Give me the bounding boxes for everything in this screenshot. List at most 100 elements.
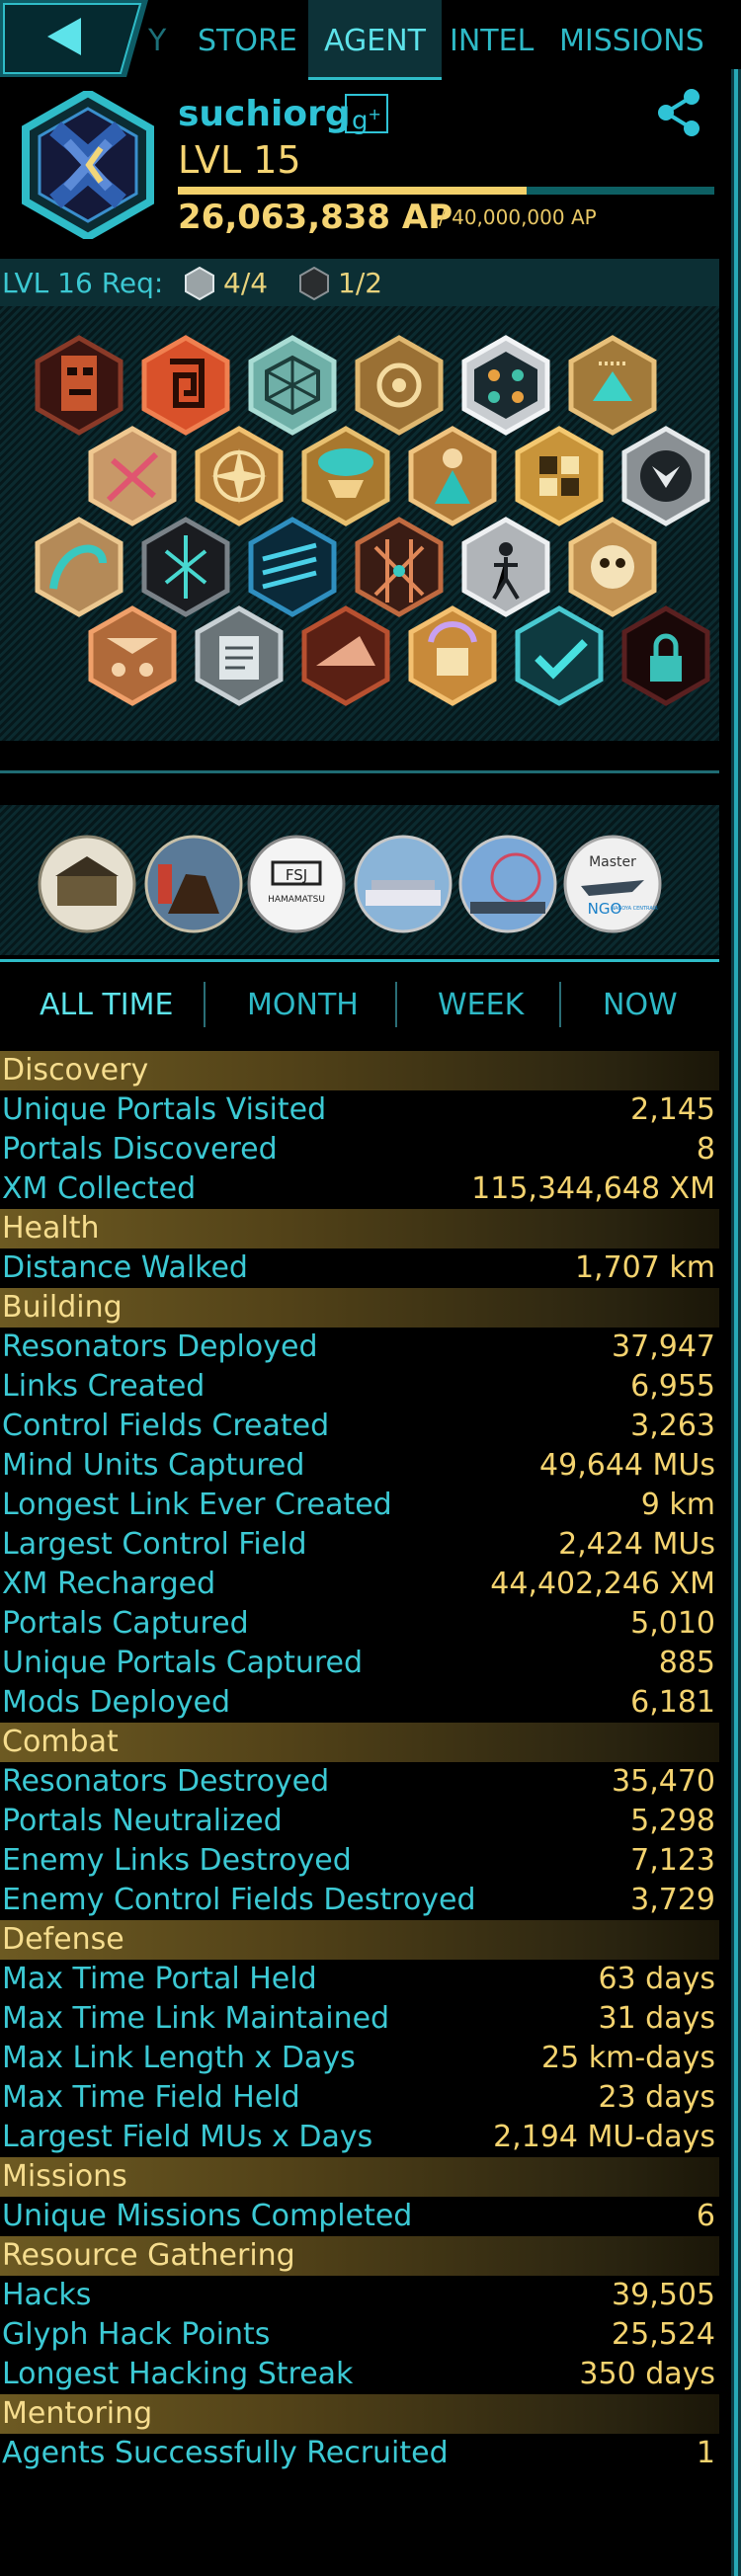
stat-label: Max Time Link Maintained: [2, 2001, 390, 2036]
filter-month[interactable]: MONTH: [247, 988, 359, 1022]
medal-samurai[interactable]: [144, 835, 243, 933]
share-icon[interactable]: [654, 87, 703, 138]
stat-label: Longest Hacking Streak: [2, 2357, 354, 2391]
medal-fsj[interactable]: FSJ HAMAMATSU: [247, 835, 346, 933]
agent-avatar[interactable]: [14, 91, 162, 239]
stat-row: Largest Control Field 2,424 MUs: [0, 1525, 719, 1565]
filter-week[interactable]: WEEK: [438, 988, 524, 1022]
stat-row: Mods Deployed 6,181: [0, 1683, 719, 1723]
medal-ferris[interactable]: [458, 835, 557, 933]
medal-building[interactable]: [38, 835, 136, 933]
stat-row: Largest Field MUs x Days 2,194 MU-days: [0, 2118, 719, 2157]
stat-row: Max Time Portal Held 63 days: [0, 1960, 719, 1999]
stat-label: Largest Field MUs x Days: [2, 2120, 373, 2154]
stat-label: Max Time Field Held: [2, 2080, 300, 2115]
stat-label: Max Link Length x Days: [2, 2041, 356, 2075]
stat-label: Hacks: [2, 2278, 92, 2312]
badge-wave[interactable]: [35, 517, 124, 617]
scrollbar[interactable]: [731, 69, 741, 2576]
divider: [0, 770, 719, 773]
badge-lady[interactable]: [408, 426, 497, 526]
medal-fsj-subtext: HAMAMATSU: [268, 895, 325, 905]
section-header: Discovery: [0, 1051, 719, 1090]
badge-walker[interactable]: [461, 517, 550, 617]
badge-lock[interactable]: [621, 605, 710, 706]
stat-value: 3,263: [630, 1409, 715, 1443]
badge-network[interactable]: [461, 335, 550, 436]
stat-value: 35,470: [612, 1764, 715, 1799]
badge-tiki[interactable]: [35, 335, 124, 436]
badge-airship[interactable]: [301, 426, 390, 526]
badge-fist[interactable]: [408, 605, 497, 706]
stat-row: Agents Successfully Recruited 1: [0, 2434, 719, 2473]
medal-ngo[interactable]: MasterNGONAGOYA CENTRAIR: [563, 835, 662, 933]
badge-compass[interactable]: [195, 426, 284, 526]
stat-label: Portals Discovered: [2, 1132, 278, 1167]
divider: [0, 959, 719, 962]
stat-label: Resonators Destroyed: [2, 1764, 330, 1799]
stat-label: Control Fields Created: [2, 1409, 330, 1443]
badge-scarab[interactable]: [141, 517, 230, 617]
stat-value: 2,194 MU-days: [493, 2120, 715, 2154]
badge-grid: [0, 306, 719, 741]
stat-value: 31 days: [598, 2001, 715, 2036]
badge-spiral[interactable]: [141, 335, 230, 436]
agent-level: LVL 15: [178, 138, 301, 182]
medal-stadium[interactable]: [354, 835, 453, 933]
badge-team[interactable]: [88, 605, 177, 706]
stat-label: XM Collected: [2, 1171, 197, 1206]
stat-row: XM Collected 115,344,648 XM: [0, 1169, 719, 1209]
filter-now[interactable]: NOW: [603, 988, 678, 1022]
agent-name: suchiorg: [178, 94, 351, 134]
badge-graph[interactable]: [355, 517, 444, 617]
medal-fsj-text: FSJ: [286, 866, 307, 884]
section-header: Building: [0, 1288, 719, 1328]
badge-check[interactable]: [515, 605, 604, 706]
stat-value: 3,729: [630, 1883, 715, 1917]
badge-wings[interactable]: [248, 517, 337, 617]
section-header: Defense: [0, 1920, 719, 1960]
stat-row: Portals Captured 5,010: [0, 1604, 719, 1644]
badge-shark[interactable]: [301, 605, 390, 706]
badge-bloom[interactable]: [568, 335, 657, 436]
tab-intel[interactable]: INTEL: [450, 0, 534, 77]
badge-geodesic[interactable]: [248, 335, 337, 436]
ap-total: 26,063,838 AP: [178, 198, 453, 237]
dark-badge-count: 1/2: [338, 267, 383, 299]
stat-value: 115,344,648 XM: [471, 1171, 715, 1206]
stat-value: 1: [696, 2436, 715, 2470]
stat-row: Enemy Links Destroyed 7,123: [0, 1841, 719, 1881]
badge-hands[interactable]: [355, 335, 444, 436]
badge-drop[interactable]: [621, 426, 710, 526]
silver-badge-icon: [185, 267, 214, 300]
stat-label: Glyph Hack Points: [2, 2317, 271, 2352]
section-header: Health: [0, 1209, 719, 1248]
badge-cubes[interactable]: [515, 426, 604, 526]
stat-value: 25 km-days: [541, 2041, 715, 2075]
google-plus-icon[interactable]: g+: [345, 94, 388, 136]
stat-value: 23 days: [598, 2080, 715, 2115]
stat-value: 6,955: [630, 1369, 715, 1404]
badge-skull[interactable]: [568, 517, 657, 617]
stat-row: Longest Link Ever Created 9 km: [0, 1486, 719, 1525]
stat-row: Resonators Deployed 37,947: [0, 1328, 719, 1367]
back-button[interactable]: [0, 0, 148, 77]
stat-label: Mods Deployed: [2, 1685, 230, 1720]
dark-badge-icon: [299, 267, 329, 300]
tab-y[interactable]: Y: [148, 0, 166, 77]
stat-value: 39,505: [612, 2278, 715, 2312]
stat-value: 8: [696, 1132, 715, 1167]
tab-missions[interactable]: MISSIONS: [559, 0, 704, 77]
stat-row: Portals Discovered 8: [0, 1130, 719, 1169]
section-header: Missions: [0, 2157, 719, 2197]
tab-agent[interactable]: AGENT: [308, 0, 442, 80]
badge-thorns[interactable]: [88, 426, 177, 526]
stat-row: Hacks 39,505: [0, 2276, 719, 2315]
badge-scroll[interactable]: [195, 605, 284, 706]
level-requirement-bar: LVL 16 Req: 4/4 1/2: [0, 259, 719, 306]
filter-all-time[interactable]: ALL TIME: [40, 988, 174, 1022]
silver-badge-count: 4/4: [223, 267, 269, 299]
tab-store[interactable]: STORE: [198, 0, 297, 77]
stat-value: 9 km: [640, 1488, 715, 1522]
stat-row: Links Created 6,955: [0, 1367, 719, 1407]
